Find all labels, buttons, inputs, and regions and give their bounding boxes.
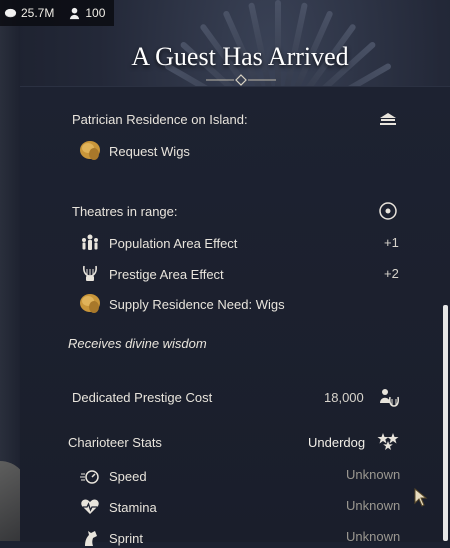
population-icon: [82, 234, 98, 250]
resource-bar: 25.7M 100: [0, 0, 114, 26]
request-wigs-row[interactable]: Request Wigs: [78, 139, 190, 163]
title-ornament: [206, 74, 276, 86]
stars-icon: [377, 433, 399, 450]
population-effect-row[interactable]: Population Area Effect: [80, 233, 237, 253]
gold-value: 25.7M: [21, 6, 55, 20]
theatres-header-label: Theatres in range:: [72, 204, 178, 219]
supply-need-row[interactable]: Supply Residence Need: Wigs: [78, 292, 285, 316]
population-effect-value: +1: [384, 235, 399, 250]
supply-need-label: Supply Residence Need: Wigs: [109, 296, 285, 312]
speed-value: Unknown: [346, 467, 401, 482]
wisdom-label: Receives divine wisdom: [68, 336, 207, 351]
request-wigs-label: Request Wigs: [109, 143, 190, 159]
mouse-cursor-icon: [414, 488, 428, 507]
gold-resource[interactable]: 25.7M: [4, 6, 54, 20]
residence-header-label: Patrician Residence on Island:: [72, 112, 248, 127]
speed-row[interactable]: Speed: [80, 466, 147, 486]
prestige-effect-value: +2: [384, 266, 399, 281]
prestige-cost-value: 18,000: [324, 390, 364, 405]
guest-panel: Patrician Residence on Island: Request W…: [20, 86, 450, 546]
wisdom-text: Receives divine wisdom: [68, 336, 207, 351]
charioteer-header: Charioteer Stats: [68, 435, 162, 450]
population-effect-label: Population Area Effect: [109, 235, 238, 251]
residence-icon: [380, 113, 396, 125]
horse-icon: [85, 531, 97, 546]
stamina-value: Unknown: [346, 498, 401, 513]
panel-scrollbar[interactable]: [443, 305, 448, 541]
prestige-icon: [380, 389, 399, 407]
coin-icon: [4, 8, 17, 17]
lyre-icon: [83, 265, 97, 281]
prestige-effect-row[interactable]: Prestige Area Effect: [80, 264, 224, 284]
sprint-row[interactable]: Sprint: [80, 528, 143, 548]
charioteer-rank: Underdog: [308, 435, 366, 450]
stamina-label: Stamina: [109, 499, 157, 515]
speed-label: Speed: [109, 468, 147, 484]
wig-icon: [80, 294, 100, 313]
left-frame: [0, 0, 20, 541]
prestige-effect-label: Prestige Area Effect: [109, 266, 224, 282]
workforce-value: 100: [85, 6, 106, 20]
stamina-row[interactable]: Stamina: [80, 497, 157, 517]
charioteer-label: Charioteer Stats: [68, 435, 162, 450]
prestige-cost-label: Dedicated Prestige Cost: [72, 390, 213, 405]
target-icon: [379, 202, 397, 220]
workforce-resource[interactable]: 100: [68, 6, 105, 20]
wig-icon: [80, 141, 100, 160]
worker-icon: [70, 7, 80, 19]
residence-header: Patrician Residence on Island:: [72, 112, 248, 127]
prestige-cost-row: Dedicated Prestige Cost: [72, 390, 212, 405]
theatres-header: Theatres in range:: [72, 204, 178, 219]
heart-icon: [81, 499, 99, 514]
sprint-value: Unknown: [346, 529, 401, 544]
sprint-label: Sprint: [109, 530, 143, 546]
dialog-title: A Guest Has Arrived: [131, 42, 349, 71]
speed-icon: [80, 470, 99, 484]
